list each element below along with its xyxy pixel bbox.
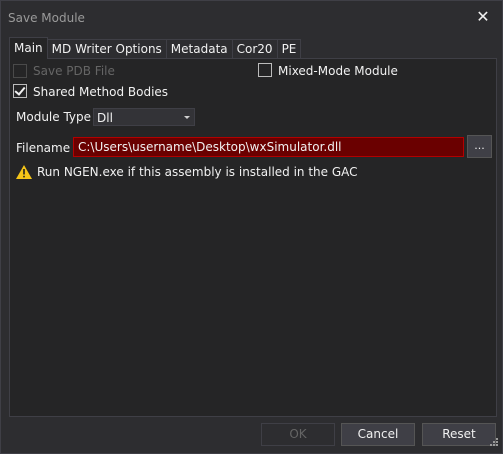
ok-button[interactable]: OK — [261, 423, 335, 446]
warning-icon — [16, 165, 32, 179]
mixed-mode-label: Mixed-Mode Module — [278, 64, 398, 78]
filename-label: Filename — [16, 141, 71, 155]
checkmark-icon — [14, 84, 26, 96]
tab-pe[interactable]: PE — [276, 39, 302, 59]
tab-main[interactable]: Main — [9, 37, 48, 59]
save-pdb-checkbox[interactable] — [13, 64, 27, 78]
shared-method-bodies-label: Shared Method Bodies — [33, 85, 169, 99]
ngen-warning-text: Run NGEN.exe if this assembly is install… — [37, 165, 358, 179]
reset-button[interactable]: Reset — [422, 423, 496, 446]
module-type-value: Dll — [97, 111, 113, 125]
filename-input[interactable] — [73, 137, 464, 157]
resize-grip-icon[interactable] — [488, 438, 498, 448]
browse-button[interactable]: ... — [467, 135, 492, 158]
chevron-down-icon — [184, 116, 190, 119]
title-bar[interactable]: Save Module ✕ — [1, 1, 502, 34]
tab-cor20[interactable]: Cor20 — [231, 39, 278, 59]
module-type-select[interactable]: Dll — [93, 108, 195, 126]
tab-metadata[interactable]: Metadata — [165, 39, 233, 59]
close-icon: ✕ — [476, 6, 490, 26]
close-button[interactable]: ✕ — [471, 6, 495, 26]
tab-md-writer-options[interactable]: MD Writer Options — [46, 39, 167, 59]
tab-strip: Main MD Writer Options Metadata Cor20 PE — [9, 37, 302, 59]
save-module-dialog: Save Module ✕ Main MD Writer Options Met… — [0, 0, 503, 454]
window-title: Save Module — [8, 11, 85, 25]
module-type-label: Module Type — [16, 110, 92, 124]
shared-method-bodies-checkbox[interactable] — [13, 84, 27, 98]
cancel-button[interactable]: Cancel — [341, 423, 415, 446]
mixed-mode-checkbox[interactable] — [258, 63, 272, 77]
save-pdb-label: Save PDB File — [33, 64, 115, 78]
